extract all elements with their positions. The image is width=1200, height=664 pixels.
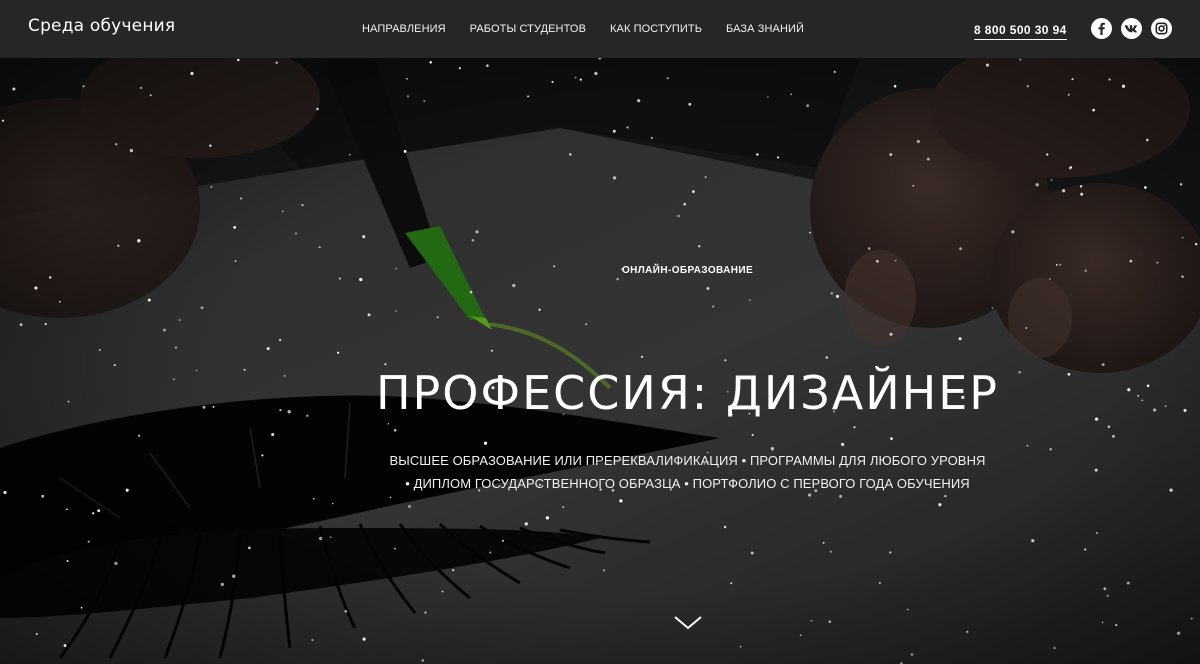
nav-item-directions[interactable]: НАПРАВЛЕНИЯ [362,23,446,35]
vk-icon[interactable] [1121,18,1142,39]
instagram-icon[interactable] [1151,18,1172,39]
hero-subtitle: ВЫСШЕЕ ОБРАЗОВАНИЕ ИЛИ ПРЕРЕКВАЛИФИКАЦИЯ… [0,449,1200,495]
hero-subtitle-line-2: • ДИПЛОМ ГОСУДАРСТВЕННОГО ОБРАЗЦА • ПОРТ… [405,476,970,491]
landing-page: Среда обучения НАПРАВЛЕНИЯ РАБОТЫ СТУДЕН… [0,0,1200,664]
nav-item-knowledge-base[interactable]: БАЗА ЗНАНИЙ [726,23,804,35]
main-nav: НАПРАВЛЕНИЯ РАБОТЫ СТУДЕНТОВ КАК ПОСТУПИ… [362,23,828,35]
logo[interactable]: Среда обучения [28,16,175,36]
facebook-icon[interactable] [1091,18,1112,39]
social-links [1091,18,1172,39]
phone-link[interactable]: 8 800 500 30 94 [974,23,1067,40]
hero-background-image [0,58,1200,664]
chevron-down-icon[interactable] [672,614,704,632]
hero-subtitle-line-1: ВЫСШЕЕ ОБРАЗОВАНИЕ ИЛИ ПРЕРЕКВАЛИФИКАЦИЯ… [389,453,986,468]
nav-item-student-works[interactable]: РАБОТЫ СТУДЕНТОВ [470,23,586,35]
nav-item-how-to-apply[interactable]: КАК ПОСТУПИТЬ [610,23,702,35]
site-header: Среда обучения НАПРАВЛЕНИЯ РАБОТЫ СТУДЕН… [0,0,1200,58]
hero-title: ПРОФЕССИЯ: ДИЗАЙНЕР [375,366,1000,420]
hero-eyebrow: ОНЛАЙН-ОБРАЗОВАНИЕ [621,265,754,276]
hero-section: ОНЛАЙН-ОБРАЗОВАНИЕ ПРОФЕССИЯ: ДИЗАЙНЕР В… [0,58,1200,664]
